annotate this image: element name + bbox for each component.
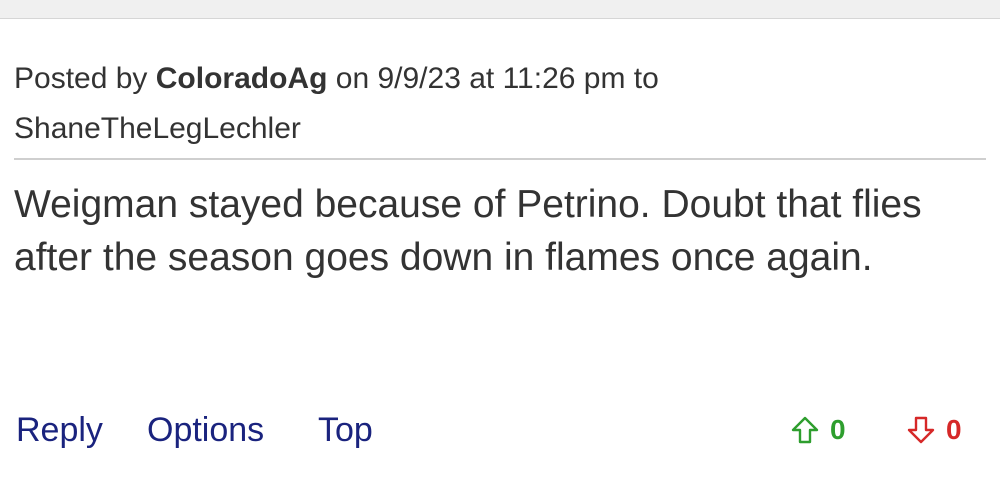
to-prefix: to xyxy=(625,62,659,95)
options-link[interactable]: Options xyxy=(147,408,264,452)
forum-post: Posted by ColoradoAg on 9/9/23 at 11:26 … xyxy=(14,18,986,486)
post-author[interactable]: ColoradoAg xyxy=(156,62,328,95)
arrow-down-outline-icon xyxy=(907,416,935,444)
downvote-count: 0 xyxy=(946,414,962,445)
post-meta: Posted by ColoradoAg on 9/9/23 at 11:26 … xyxy=(14,54,986,154)
posted-by-prefix: Posted by xyxy=(14,62,156,95)
top-link[interactable]: Top xyxy=(318,408,373,452)
post-body: Weigman stayed because of Petrino. Doubt… xyxy=(14,183,922,279)
downvote-button[interactable]: 0 xyxy=(906,412,962,448)
at-prefix: at xyxy=(460,62,503,95)
post-actions: Reply Options Top 0 0 xyxy=(14,408,986,452)
arrow-up-outline-icon xyxy=(791,416,819,444)
post-time: 11:26 pm xyxy=(502,62,626,95)
on-prefix: on xyxy=(327,62,378,95)
divider xyxy=(14,158,986,160)
post-date: 9/9/23 xyxy=(377,62,461,95)
reply-link[interactable]: Reply xyxy=(16,408,103,452)
upvote-button[interactable]: 0 xyxy=(790,412,846,448)
top-strip xyxy=(0,0,1000,19)
reply-to-user[interactable]: ShaneTheLegLechler xyxy=(14,112,301,145)
upvote-count: 0 xyxy=(830,414,846,445)
